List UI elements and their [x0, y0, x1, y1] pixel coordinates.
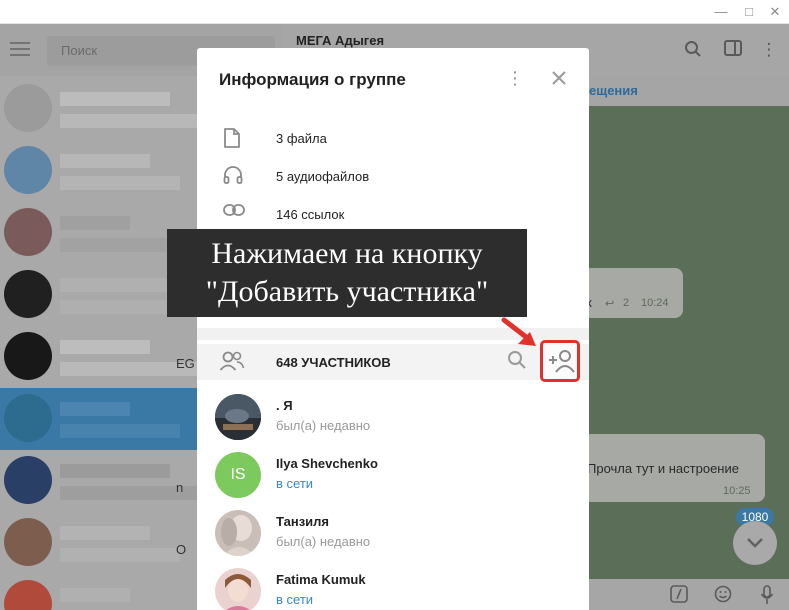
reply-count: 2	[623, 297, 630, 309]
headphones-icon	[223, 165, 243, 187]
add-member-button[interactable]	[540, 340, 580, 382]
chat-name-blurred	[60, 154, 150, 168]
search-icon[interactable]	[683, 40, 703, 60]
menu-icon[interactable]	[10, 42, 30, 60]
member-name: . Я	[276, 398, 293, 413]
message-time: 10:24	[641, 297, 669, 309]
chat-name-blurred	[60, 402, 130, 416]
media-label: 146 ссылок	[276, 207, 345, 222]
file-icon	[223, 127, 243, 149]
modal-title: Информация о группе	[219, 70, 406, 89]
minimize-button[interactable]: —	[711, 2, 731, 22]
avatar	[4, 332, 52, 380]
member-status: в сети	[276, 592, 314, 607]
member-row[interactable]: . Я был(а) недавно	[197, 388, 589, 446]
more-options-button[interactable]: ⋮	[503, 66, 527, 90]
avatar	[4, 394, 52, 442]
members-icon	[219, 350, 245, 374]
microphone-icon[interactable]	[757, 585, 777, 605]
maximize-button[interactable]: □	[739, 2, 759, 22]
chat-preview-blurred	[60, 486, 210, 500]
more-vertical-icon[interactable]: ⋮	[759, 40, 779, 60]
member-status: был(а) недавно	[276, 418, 371, 433]
media-row-files[interactable]: 3 файла	[197, 119, 589, 157]
message-bubble[interactable]: к ↩ 2 10:24	[583, 268, 683, 318]
media-label: 3 файла	[276, 131, 327, 146]
chat-preview-fragment: О	[176, 542, 187, 557]
reply-icon: ↩	[605, 298, 615, 310]
commands-icon[interactable]	[669, 585, 689, 605]
message-text: Прочла тут и настроение	[587, 461, 739, 476]
chat-name-blurred	[60, 278, 170, 292]
chat-preview-fragment: n	[176, 480, 184, 495]
member-name: Ilya Shevchenko	[276, 456, 378, 471]
chat-preview-blurred	[60, 548, 180, 562]
chat-name-blurred	[60, 216, 130, 230]
avatar	[4, 84, 52, 132]
chat-title[interactable]: МЕГА Адыгея	[296, 33, 384, 48]
chat-name-blurred	[60, 464, 170, 478]
close-modal-button[interactable]	[547, 66, 571, 90]
chat-preview-blurred	[60, 424, 180, 438]
member-name: Танзиля	[276, 514, 329, 529]
sidebar-toggle-icon[interactable]	[723, 40, 743, 60]
avatar	[215, 394, 261, 440]
link-icon	[223, 203, 245, 225]
avatar: IS	[215, 452, 261, 498]
chat-preview-fragment: EG	[176, 356, 195, 371]
member-status: в сети	[276, 476, 314, 491]
callout-line-2: "Добавить участника"	[205, 275, 489, 308]
callout-line-1: Нажимаем на кнопку	[211, 237, 483, 270]
chat-name-blurred	[60, 588, 130, 602]
avatar	[4, 456, 52, 504]
pinned-label: ещения	[589, 83, 638, 98]
member-row[interactable]: IS Ilya Shevchenko в сети	[197, 446, 589, 504]
message-time: 10:25	[723, 485, 751, 497]
media-row-links[interactable]: 146 ссылок	[197, 195, 589, 233]
member-row[interactable]: Fatima Kumuk в сети	[197, 562, 589, 610]
avatar	[4, 208, 52, 256]
member-row[interactable]: Танзиля был(а) недавно	[197, 504, 589, 562]
avatar	[4, 146, 52, 194]
instruction-callout: Нажимаем на кнопку "Добавить участника"	[167, 229, 527, 317]
media-row-audio[interactable]: 5 аудиофайлов	[197, 157, 589, 195]
chat-preview-blurred	[60, 300, 180, 314]
chat-name-blurred	[60, 340, 150, 354]
emoji-icon[interactable]	[713, 585, 733, 605]
red-arrow-icon	[498, 314, 542, 355]
add-user-icon	[549, 350, 575, 373]
media-label: 5 аудиофайлов	[276, 169, 370, 184]
chat-preview-blurred	[60, 114, 210, 128]
member-status: был(а) недавно	[276, 534, 371, 549]
avatar	[4, 270, 52, 318]
avatar	[215, 568, 261, 610]
chat-name-blurred	[60, 526, 150, 540]
message-bubble[interactable]: Прочла тут и настроение 10:25	[583, 434, 765, 502]
avatar	[4, 518, 52, 566]
chat-preview-blurred	[60, 176, 180, 190]
members-count: 648 УЧАСТНИКОВ	[276, 355, 391, 370]
avatar	[215, 510, 261, 556]
scroll-down-button[interactable]	[733, 521, 777, 565]
modal-header: Информация о группе ⋮	[197, 48, 589, 106]
member-name: Fatima Kumuk	[276, 572, 366, 587]
window-titlebar: — □ ✕	[0, 0, 789, 24]
avatar	[4, 580, 52, 610]
close-window-button[interactable]: ✕	[765, 2, 785, 22]
chat-name-blurred	[60, 92, 170, 106]
